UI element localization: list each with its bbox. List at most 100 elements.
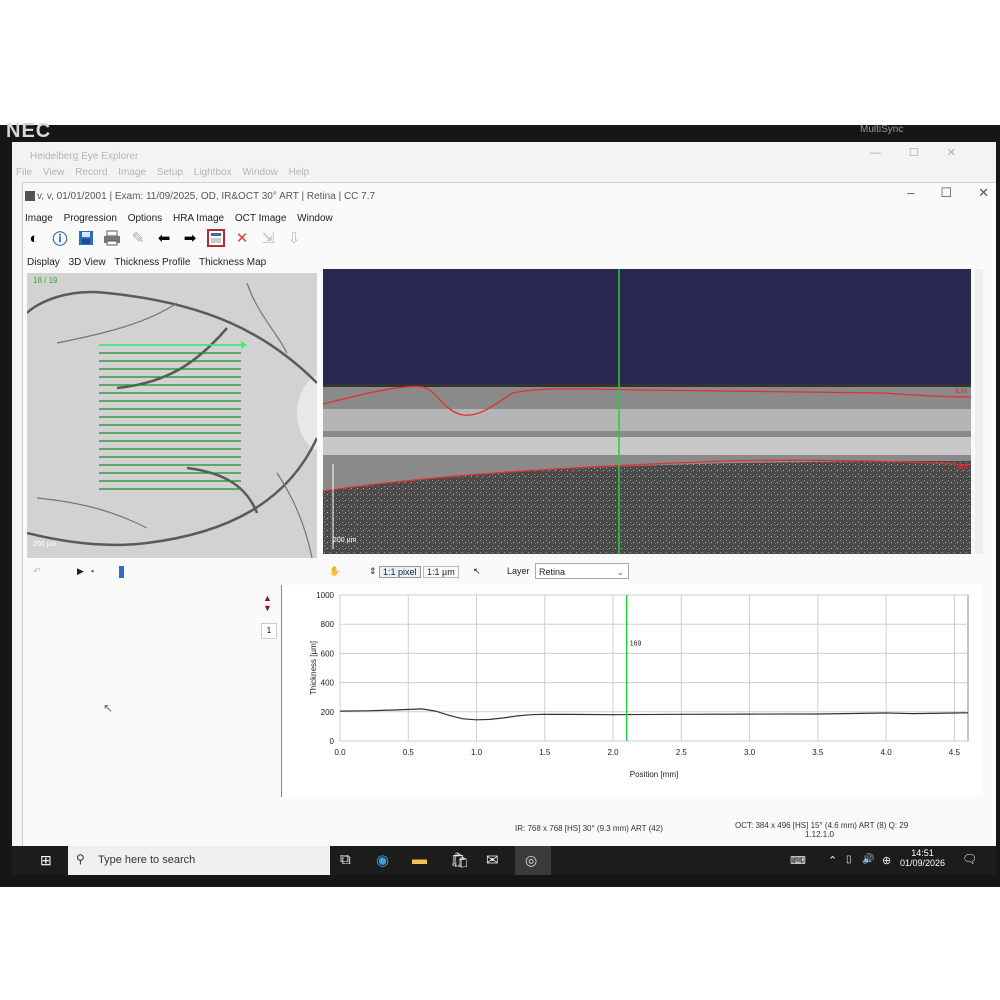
minimize-icon[interactable]: — <box>870 147 881 159</box>
y-tick-label: 400 <box>321 679 335 688</box>
import-icon[interactable]: ⇩ <box>283 228 305 248</box>
clock-date: 01/09/2026 <box>900 858 946 868</box>
mail-icon[interactable]: ✉ <box>486 851 499 869</box>
menu-progression[interactable]: Progression <box>64 213 117 224</box>
menu-window[interactable]: Window <box>242 167 278 178</box>
micron-1to1-button[interactable]: 1:1 µm <box>423 566 459 578</box>
ir-fundus-image[interactable]: 18 / 19 200 µm <box>27 273 317 558</box>
heyex-app-icon: ◎ <box>525 852 538 868</box>
back-icon[interactable]: ↶ <box>33 566 41 577</box>
x-tick-label: 4.5 <box>949 748 961 757</box>
delete-icon[interactable]: ✕ <box>231 228 253 248</box>
export-icon[interactable]: ⇲ <box>257 228 279 248</box>
chevron-up-icon[interactable]: ⌃ <box>828 854 837 867</box>
arrow-right-icon[interactable]: ➡ <box>179 228 201 248</box>
tab-3d-view[interactable]: 3D View <box>69 257 106 268</box>
x-tick-label: 1.5 <box>539 748 551 757</box>
oct-scale-bar: 200 µm <box>333 537 357 544</box>
y-tick-label: 1000 <box>316 591 334 600</box>
monitor-bezel-right <box>996 125 1000 885</box>
chevron-down-icon: ⌄ <box>616 567 624 577</box>
tab-display[interactable]: Display <box>27 257 60 268</box>
print-icon[interactable] <box>101 228 123 248</box>
menu-hra-image[interactable]: HRA Image <box>173 213 224 224</box>
oct-bscan-image[interactable]: ILM BM 200 µm <box>323 269 971 554</box>
outer-menu-bar: File View Record Image Setup Lightbox Wi… <box>16 167 317 178</box>
eye-icon <box>25 191 35 201</box>
monitor-bezel-bottom <box>0 875 1000 887</box>
menu-image[interactable]: Image <box>25 213 53 224</box>
oct-scrollbar[interactable] <box>975 269 983 554</box>
exam-window-controls: – ☐ ✕ <box>881 185 989 201</box>
maximize-icon[interactable]: ☐ <box>909 147 919 159</box>
toolbar: ◐ ⓘ ✎ ⬅ ➡ ✕ ⇲ ⇩ <box>23 227 305 249</box>
zoom-stepper-icon[interactable]: ⇕ <box>369 566 377 577</box>
close-icon[interactable]: ✕ <box>947 147 956 159</box>
cursor-value-label: 169 <box>630 640 642 647</box>
scan-counter: 18 / 19 <box>33 276 58 285</box>
notification-icon[interactable]: 🗨 <box>962 852 977 866</box>
mouse-pointer-icon: ↖ <box>103 701 114 715</box>
arrow-left-icon[interactable]: ⬅ <box>153 228 175 248</box>
edit-icon[interactable]: ✎ <box>127 228 149 248</box>
tab-thickness-map[interactable]: Thickness Map <box>199 257 266 268</box>
monitor-model: MultiSync <box>860 124 904 135</box>
network-icon[interactable]: ⊕ <box>882 854 891 867</box>
windows-start-icon[interactable]: ⊞ <box>40 852 52 869</box>
menu-lightbox[interactable]: Lightbox <box>194 167 232 178</box>
screen: Heidelberg Eye Explorer File View Record… <box>12 142 996 875</box>
x-tick-label: 4.0 <box>881 748 893 757</box>
minimize-icon[interactable]: – <box>907 185 914 200</box>
heyex-taskbar-button[interactable]: ◎ <box>515 846 551 875</box>
view-tabs: Display 3D View Thickness Profile Thickn… <box>27 257 272 268</box>
store-icon[interactable]: 🛍 <box>450 851 469 869</box>
slider-handle[interactable] <box>119 566 124 578</box>
thickness-profile-chart: 0 200 400 600 800 1000 0.0 0.5 1.0 1.5 2.0 2.5 3.0 3.… <box>281 585 982 797</box>
edge-icon[interactable]: ◉ <box>376 851 389 869</box>
contrast-icon[interactable]: ◐ <box>23 228 45 248</box>
keyboard-icon[interactable]: ⌨ <box>790 854 806 867</box>
menu-window[interactable]: Window <box>297 213 333 224</box>
x-tick-label: 2.0 <box>607 748 619 757</box>
fundus-drawing <box>27 273 317 558</box>
scan-list-item[interactable]: 1 <box>261 623 277 639</box>
menu-file[interactable]: File <box>16 167 32 178</box>
tab-thickness-profile[interactable]: Thickness Profile <box>114 257 190 268</box>
volume-icon[interactable]: 🔊 <box>862 854 874 865</box>
play-icon[interactable]: ▶ <box>77 566 84 577</box>
pixel-1to1-button[interactable]: 1:1 pixel <box>379 566 421 578</box>
menu-oct-image[interactable]: OCT Image <box>235 213 287 224</box>
menu-image[interactable]: Image <box>118 167 146 178</box>
menu-view[interactable]: View <box>43 167 65 178</box>
list-down-arrow-icon[interactable]: ▼ <box>263 603 272 613</box>
save-icon[interactable]: ▪ <box>91 566 94 576</box>
taskbar-clock[interactable]: 14:51 01/09/2026 <box>900 848 945 868</box>
bm-label: BM <box>957 464 968 471</box>
bscan-drawing: ILM BM <box>323 269 971 554</box>
pointer-tool-icon[interactable]: ↖ <box>473 566 481 577</box>
report-icon[interactable] <box>205 228 227 248</box>
hand-icon[interactable]: ✋ <box>329 566 340 577</box>
menu-setup[interactable]: Setup <box>157 167 183 178</box>
status-ir-info: IR: 768 x 768 [HS] 30° (9.3 mm) ART (42) <box>515 824 663 833</box>
menu-options[interactable]: Options <box>128 213 162 224</box>
close-icon[interactable]: ✕ <box>978 185 989 200</box>
file-explorer-icon[interactable]: ▬ <box>412 851 427 868</box>
exam-menu-bar: Image Progression Options HRA Image OCT … <box>25 213 341 224</box>
menu-record[interactable]: Record <box>75 167 107 178</box>
menu-help[interactable]: Help <box>289 167 310 178</box>
list-up-arrow-icon[interactable]: ▲ <box>263 593 272 603</box>
info-icon[interactable]: ⓘ <box>49 228 71 248</box>
controls-row: ↶ ▶ ▪ ✋ ⇕ 1:1 pixel 1:1 µm ↖ Layer Retin… <box>23 563 996 583</box>
save-icon[interactable] <box>75 228 97 248</box>
clock-time: 14:51 <box>911 848 934 858</box>
exam-title: v, v, 01/01/2001 | Exam: 11/09/2025, OD,… <box>37 191 376 202</box>
battery-icon[interactable]: ▯ <box>846 854 852 865</box>
x-tick-label: 2.5 <box>676 748 688 757</box>
search-placeholder: Type here to search <box>98 854 196 866</box>
taskbar-search-box[interactable]: ⚲ Type here to search <box>68 846 330 875</box>
task-view-icon[interactable]: ⧉ <box>340 851 351 868</box>
maximize-icon[interactable]: ☐ <box>940 185 952 200</box>
layer-select-value: Retina <box>539 567 566 577</box>
layer-select[interactable]: Retina ⌄ <box>535 563 629 579</box>
